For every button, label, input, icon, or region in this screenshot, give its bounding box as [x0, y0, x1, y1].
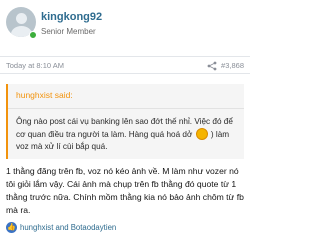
post-number-link[interactable]: #3,868 — [221, 61, 244, 70]
like-icon: 👍 — [6, 222, 17, 233]
username-link[interactable]: kingkong92 — [41, 11, 102, 23]
user-title: Senior Member — [41, 27, 96, 36]
post-message: 1 thằng đăng trên fb, voz nó kéo ảnh về.… — [6, 166, 244, 215]
post-timestamp-link[interactable]: Today at 8:10 AM — [6, 61, 64, 70]
smiley-icon — [195, 128, 208, 140]
post-author: kingkong92 Senior Member — [0, 0, 250, 56]
share-icon[interactable] — [207, 61, 217, 71]
post-meta-bar: Today at 8:10 AM #3,868 — [0, 56, 250, 74]
quote-divider — [8, 108, 244, 109]
avatar-head-shape — [16, 13, 27, 24]
online-status-icon — [29, 31, 37, 39]
quote-text: Ông nào post cái vụ banking lên sao đớt … — [16, 116, 242, 153]
quote-author-link[interactable]: hunghxist said: — [16, 90, 73, 100]
quote-block: hunghxist said: Ông nào post cái vụ bank… — [6, 84, 244, 159]
reaction-users-link[interactable]: hunghxist and Botaodaytien — [20, 223, 116, 232]
